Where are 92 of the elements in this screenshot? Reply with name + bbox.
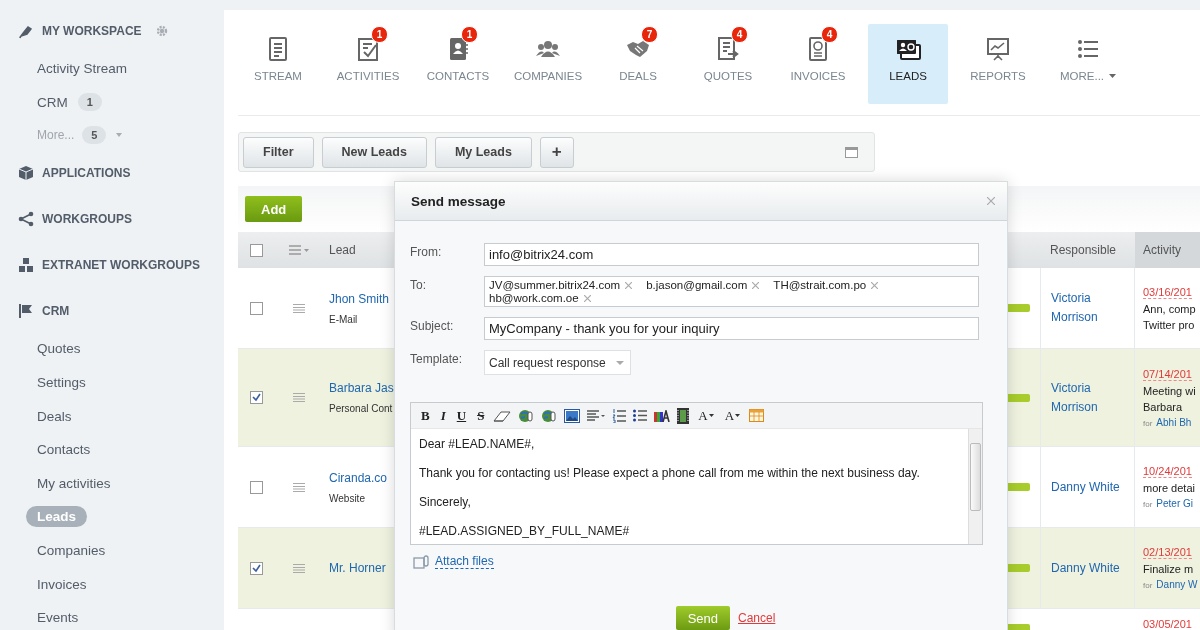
field-label: Subject:: [410, 318, 455, 333]
filter-button[interactable]: Filter: [243, 136, 314, 168]
count-badge: 7: [641, 26, 658, 43]
cancel-link[interactable]: Cancel: [738, 611, 776, 625]
nav-tab[interactable]: STREAM: [238, 24, 318, 104]
template-dropdown[interactable]: Call request response: [484, 350, 631, 375]
sidebar-item[interactable]: Settings: [37, 375, 86, 391]
activity-text: Barbara: [1143, 400, 1184, 413]
format-button[interactable]: A: [722, 407, 743, 424]
section-heading[interactable]: APPLICATIONS: [42, 166, 131, 181]
sidebar-item[interactable]: Quotes: [37, 341, 81, 357]
format-button[interactable]: I: [438, 407, 448, 424]
section-heading[interactable]: MY WORKSPACE: [42, 24, 142, 38]
sidebar-item[interactable]: Deals: [37, 408, 72, 424]
column-header[interactable]: Lead: [329, 243, 356, 257]
recipient: hb@work.com.oe: [489, 292, 579, 304]
message-body[interactable]: Dear #LEAD.NAME#, Thank you for contacting us! Please expect a phone call from me within the next business day. Sincerely, #LEAD.ASSIGNED_BY_FULL_NAME#: [411, 429, 968, 544]
lead-link[interactable]: Ciranda.co: [329, 470, 388, 485]
for-label: for: [1143, 500, 1153, 509]
count-badge: 4: [821, 26, 838, 43]
subject-field[interactable]: MyCompany - thank you for your inquiry: [484, 317, 979, 340]
nav-tab[interactable]: 4 QUOTES: [688, 24, 768, 104]
nav-tab[interactable]: LEADS: [868, 24, 948, 104]
sidebar-item[interactable]: My activities: [37, 475, 111, 491]
lead-source: Personal Cont: [329, 403, 393, 414]
message-line: Sincerely,: [419, 495, 472, 509]
person-link[interactable]: Danny W: [1156, 579, 1198, 590]
nav-tab[interactable]: COMPANIES: [508, 24, 588, 104]
for-label: for: [1143, 418, 1153, 428]
count-badge: 4: [731, 26, 748, 43]
activity-date[interactable]: 03/16/201: [1143, 285, 1192, 299]
nav-tab[interactable]: MORE...: [1048, 24, 1128, 104]
format-button[interactable]: U: [454, 407, 469, 424]
sidebar-item[interactable]: CRM: [37, 94, 68, 110]
nav-tab[interactable]: 4 INVOICES: [778, 24, 858, 104]
lead-source: E-Mail: [329, 313, 358, 325]
responsible-link[interactable]: Danny White: [1051, 477, 1120, 497]
from-field[interactable]: info@bitrix24.com: [484, 243, 979, 266]
message-line: #LEAD.ASSIGNED_BY_FULL_NAME#: [419, 524, 631, 538]
nav-tab[interactable]: REPORTS: [958, 24, 1038, 104]
field-label: From:: [410, 244, 443, 259]
activity-text: Finalize m: [1143, 563, 1195, 575]
format-button[interactable]: S: [475, 407, 487, 424]
recipient: TH@strait.com.po: [773, 279, 867, 291]
activity-date[interactable]: 02/13/201: [1143, 546, 1192, 559]
dialog-title: Send message: [411, 193, 506, 209]
activity-text: Meeting wi: [1143, 384, 1197, 397]
recipient: JV@summer.bitrix24.com: [489, 279, 621, 291]
filter-button[interactable]: My Leads: [434, 136, 532, 168]
section-heading[interactable]: CRM: [42, 304, 70, 319]
field-label: Template:: [410, 351, 464, 366]
activity-text: Twitter pro: [1143, 318, 1196, 331]
message-line: Dear #LEAD.NAME#,: [419, 437, 536, 451]
responsible-link[interactable]: Danny White: [1051, 558, 1120, 578]
activity-date[interactable]: 03/05/201: [1143, 618, 1192, 630]
count-badge: 1: [371, 26, 388, 43]
activity-date[interactable]: 07/14/201: [1143, 367, 1192, 381]
to-field[interactable]: JV@summer.bitrix24.com b.jason@gmail.com TH@strait.com.po hb@work.com.oe: [484, 276, 979, 307]
sidebar-item[interactable]: Events: [37, 610, 79, 626]
sidebar-item[interactable]: Contacts: [37, 442, 91, 458]
attach-files-link[interactable]: Attach files: [435, 554, 494, 569]
section-heading[interactable]: WORKGROUPS: [42, 212, 132, 227]
sidebar-item[interactable]: Activity Stream: [37, 61, 128, 77]
for-label: for: [1143, 581, 1153, 590]
filter-button[interactable]: +: [539, 136, 574, 168]
recipient: b.jason@gmail.com: [646, 279, 748, 291]
person-link[interactable]: Peter Gi: [1156, 498, 1194, 509]
section-heading[interactable]: EXTRANET WORKGROUPS: [42, 258, 200, 273]
filter-button[interactable]: New Leads: [321, 136, 427, 168]
message-line: Thank you for contacting us! Please expect a phone call from me within the next business day.: [419, 466, 921, 480]
count-badge: 1: [77, 93, 102, 112]
activity-text: more detai: [1143, 482, 1196, 494]
responsible-link[interactable]: Victoria Morrison: [1051, 289, 1120, 327]
nav-tab[interactable]: 7 DEALS: [598, 24, 678, 104]
lead-link[interactable]: Jhon Smith: [329, 291, 390, 306]
activity-text: Ann, comp: [1143, 302, 1197, 315]
sidebar-item[interactable]: Invoices: [37, 576, 87, 592]
nav-tab[interactable]: 1 CONTACTS: [418, 24, 498, 104]
person-link[interactable]: Abhi Bh: [1156, 416, 1192, 428]
activity-date[interactable]: 10/24/201: [1143, 465, 1192, 478]
format-button[interactable]: A: [696, 407, 716, 424]
count-badge: 5: [82, 126, 107, 145]
format-button[interactable]: B: [419, 407, 432, 424]
responsible-link[interactable]: Victoria Morrison: [1051, 378, 1120, 417]
field-label: To:: [410, 277, 427, 292]
lead-link[interactable]: Barbara Jas: [329, 381, 394, 395]
sidebar-item[interactable]: Companies: [37, 543, 106, 559]
lead-link[interactable]: Mr. Horner: [329, 561, 386, 575]
column-header[interactable]: Responsible: [1050, 243, 1117, 257]
count-badge: 1: [461, 26, 478, 43]
nav-tab[interactable]: 1 ACTIVITIES: [328, 24, 408, 104]
lead-source: Website: [329, 492, 365, 504]
